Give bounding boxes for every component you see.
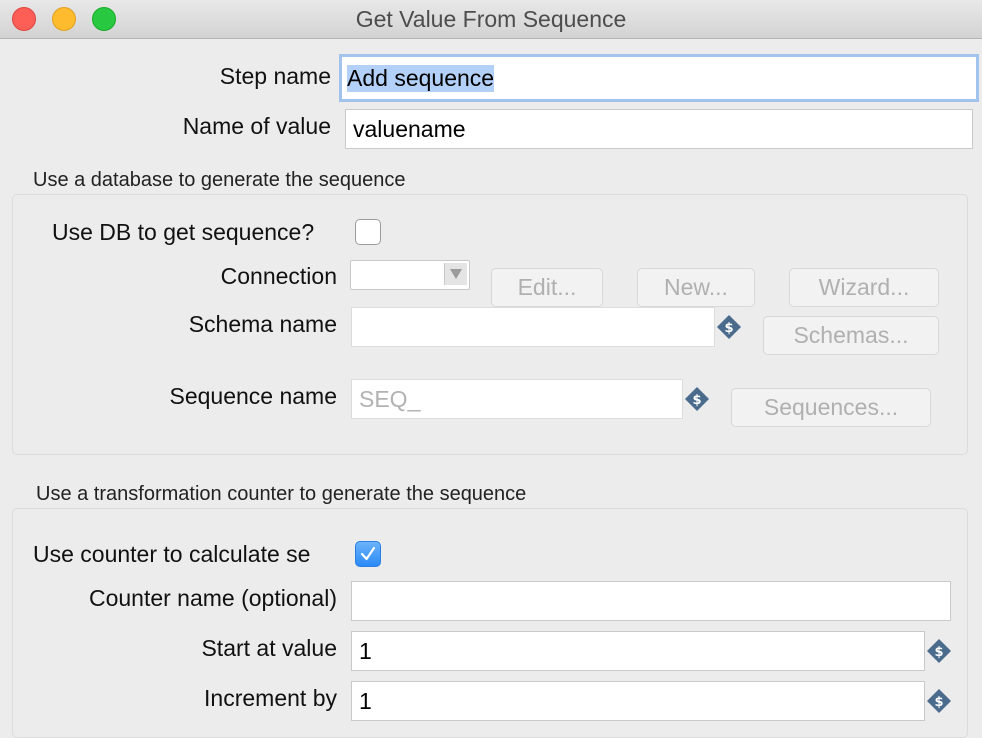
- new-connection-button[interactable]: New...: [637, 268, 755, 307]
- sequence-name-label: Sequence name: [169, 383, 337, 409]
- svg-text:$: $: [934, 695, 943, 710]
- dollar-diamond-icon[interactable]: $: [684, 386, 710, 412]
- name-of-value-input[interactable]: valuename: [345, 109, 973, 149]
- window-title: Get Value From Sequence: [355, 6, 627, 32]
- schemas-button[interactable]: Schemas...: [763, 316, 939, 355]
- use-counter-label: Use counter to calculate se: [33, 541, 311, 567]
- step-name-label: Step name: [219, 63, 331, 89]
- wizard-button[interactable]: Wizard...: [789, 268, 939, 307]
- dollar-diamond-icon[interactable]: $: [926, 638, 952, 664]
- checkmark-icon: [360, 546, 376, 561]
- dropdown-arrow-icon: [444, 263, 467, 285]
- start-at-value-input[interactable]: 1: [351, 631, 925, 671]
- start-at-value-label: Start at value: [201, 635, 337, 661]
- step-name-value: Add sequence: [347, 64, 495, 92]
- dollar-diamond-icon[interactable]: $: [926, 688, 952, 714]
- db-section-title: Use a database to generate the sequence: [33, 169, 406, 191]
- counter-name-label: Counter name (optional): [88, 585, 337, 611]
- schema-name-label: Schema name: [188, 311, 337, 337]
- schema-name-input[interactable]: [351, 307, 715, 347]
- increment-by-label: Increment by: [204, 685, 337, 711]
- increment-by-input[interactable]: 1: [351, 681, 925, 721]
- use-db-label: Use DB to get sequence?: [52, 219, 315, 245]
- connection-label: Connection: [220, 263, 337, 289]
- svg-text:$: $: [692, 393, 701, 408]
- svg-text:$: $: [724, 321, 733, 336]
- svg-text:$: $: [934, 645, 943, 660]
- step-name-input[interactable]: Add sequence: [339, 54, 979, 102]
- sequences-button[interactable]: Sequences...: [731, 388, 931, 427]
- name-of-value-label: Name of value: [182, 113, 331, 139]
- title-bar: Get Value From Sequence: [0, 0, 982, 39]
- edit-connection-button[interactable]: Edit...: [491, 268, 603, 307]
- use-db-checkbox[interactable]: [355, 219, 381, 245]
- counter-section-title: Use a transformation counter to generate…: [36, 483, 527, 505]
- sequence-name-input[interactable]: SEQ_: [351, 379, 683, 419]
- dollar-diamond-icon[interactable]: $: [716, 314, 742, 340]
- counter-name-input[interactable]: [351, 581, 951, 621]
- use-counter-checkbox[interactable]: [355, 541, 381, 567]
- connection-dropdown[interactable]: [350, 260, 470, 290]
